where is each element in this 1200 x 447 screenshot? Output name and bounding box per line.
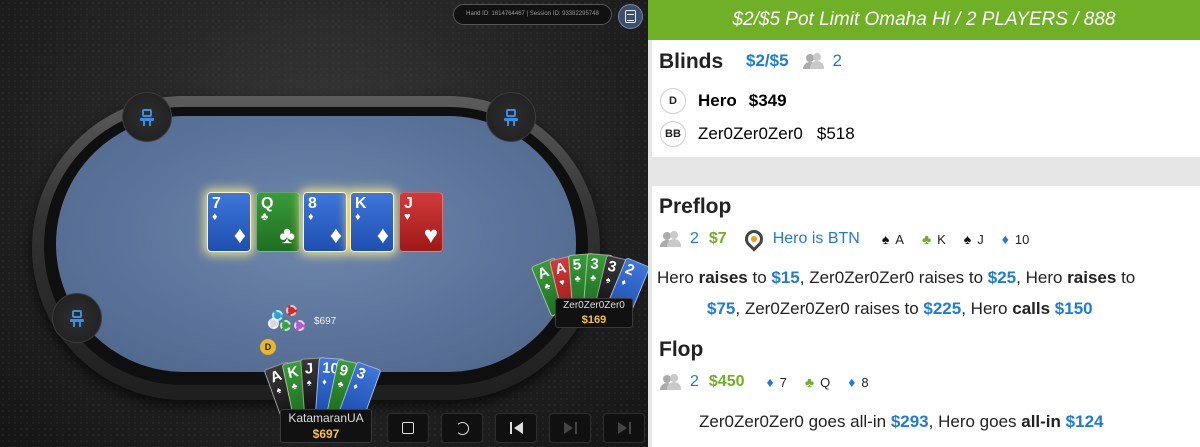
- game-header: $2/$5 Pot Limit Omaha Hi / 2 PLAYERS / 8…: [648, 0, 1200, 40]
- board-card: J ♥ ♥: [399, 192, 443, 252]
- stop-button[interactable]: [387, 413, 429, 443]
- flop-board-list: ♦ 7 ♣ Q ♦ 8: [767, 374, 887, 390]
- hand-session-id: Hand ID: 1614764467 | Session ID: 933822…: [453, 4, 612, 25]
- flop-card-rank: 7: [779, 374, 787, 390]
- skip-forward-button[interactable]: [603, 413, 645, 443]
- empty-seat-left[interactable]: [52, 293, 102, 343]
- hero-card-suit-icon: ♠: [881, 231, 890, 247]
- blinds-title: Blinds: [659, 50, 724, 73]
- preflop-title: Preflop: [659, 195, 732, 218]
- step-forward-button[interactable]: [549, 413, 591, 443]
- step-forward-icon: [563, 422, 577, 434]
- hero-card-suit-icon: ♣: [921, 231, 932, 247]
- villain-stack: $169: [581, 314, 607, 326]
- flop-action-line: Zer0Zer0Zer0 goes all-in $293, Hero goes…: [699, 412, 1104, 431]
- hero-card-rank: A: [895, 231, 904, 247]
- seat-villain-stack: $518: [816, 124, 855, 143]
- blinds-stakes: $2/$5: [746, 51, 789, 70]
- villain-name: Zer0Zer0Zer0: [563, 300, 625, 311]
- position-pin-icon: [740, 226, 767, 252]
- seat-row-villain: BB Zer0Zer0Zer0 $518: [660, 121, 855, 147]
- board-card: Q ♣ ♣: [256, 192, 300, 252]
- hero-nameplate[interactable]: KatamaranUA $697: [280, 409, 372, 443]
- seat-hero-name: Hero: [698, 91, 737, 110]
- hero-card-suit-icon: ♦: [1001, 231, 1009, 247]
- replay-icon: [455, 421, 469, 435]
- hero-stack: $697: [312, 427, 340, 441]
- preflop-action-line-1: Hero raises to $15, Zer0Zer0Zer0 raises …: [657, 268, 1136, 287]
- flop-card-suit-icon: ♣: [804, 374, 815, 390]
- street-sections: Preflop 2 $7 Hero is BTN ♠ A ♣ K ♠ J ♦ 10 Hero …: [652, 186, 1200, 447]
- preflop-summary: 2 $7 Hero is BTN ♠ A ♣ K ♠ J ♦ 10: [660, 226, 1048, 252]
- dealer-badge: D: [660, 88, 686, 114]
- players-icon: [660, 231, 684, 247]
- board-card: 7 ♦ ♦: [207, 192, 251, 252]
- preflop-action-line-2: $75, Zer0Zer0Zer0 raises to $225, Hero c…: [707, 299, 1093, 318]
- big-blind-badge: BB: [660, 121, 686, 147]
- pot-amount: $697: [314, 316, 337, 327]
- seat-hero-stack: $349: [748, 91, 787, 110]
- hero-position: Hero is BTN: [772, 230, 860, 247]
- chair-icon: [504, 108, 518, 126]
- replay-button[interactable]: [441, 413, 483, 443]
- flop-card-rank: Q: [820, 374, 831, 390]
- hand-history-menu-button[interactable]: [618, 4, 643, 29]
- seat-villain-name: Zer0Zer0Zer0: [698, 124, 803, 143]
- flop-card-suit-icon: ♦: [848, 374, 856, 390]
- hand-replayer: Hand ID: 1614764467 | Session ID: 933822…: [0, 0, 648, 447]
- blinds-player-count: 2: [832, 51, 843, 70]
- hand-history-panel: $2/$5 Pot Limit Omaha Hi / 2 PLAYERS / 8…: [648, 0, 1200, 447]
- seat-row-hero: D Hero $349: [660, 88, 787, 114]
- preflop-pot: $7: [708, 230, 727, 247]
- hero-card-rank: 10: [1014, 231, 1030, 247]
- document-icon: [625, 10, 636, 23]
- villain-nameplate[interactable]: Zer0Zer0Zer0 $169: [555, 298, 633, 328]
- hero-name: KatamaranUA: [288, 411, 364, 425]
- hero-card-suit-icon: ♠: [963, 231, 972, 247]
- skip-forward-icon: [617, 422, 631, 434]
- flop-summary: 2 $450 ♦ 7 ♣ Q ♦ 8: [660, 373, 887, 391]
- empty-seat-top-right[interactable]: [486, 92, 536, 142]
- flop-card-suit-icon: ♦: [766, 374, 774, 390]
- blinds-section: Blinds $2/$5 2 D Hero $349 BB Zer0Zer0Ze…: [652, 40, 1200, 157]
- flop-title: Flop: [659, 338, 704, 361]
- dealer-button: D: [260, 339, 276, 355]
- hero-card-rank: J: [977, 231, 984, 247]
- skip-back-icon: [509, 422, 523, 434]
- players-icon: [660, 374, 684, 390]
- chair-icon: [70, 309, 84, 327]
- flop-player-count: 2: [690, 373, 699, 390]
- hero-card-rank: K: [937, 231, 946, 247]
- app-root: Hand ID: 1614764467 | Session ID: 933822…: [0, 0, 1200, 447]
- flop-card-rank: 8: [861, 374, 869, 390]
- board-card: K ♦ ♦: [350, 192, 394, 252]
- preflop-player-count: 2: [690, 230, 699, 247]
- chair-icon: [140, 108, 154, 126]
- flop-pot: $450: [708, 373, 745, 390]
- empty-seat-top-left[interactable]: [122, 92, 172, 142]
- hero-cards-list: ♠ A ♣ K ♠ J ♦ 10: [882, 231, 1048, 247]
- stop-icon: [402, 422, 414, 434]
- players-icon: [802, 53, 827, 69]
- skip-back-button[interactable]: [495, 413, 537, 443]
- board-card: 8 ♦ ♦: [303, 192, 347, 252]
